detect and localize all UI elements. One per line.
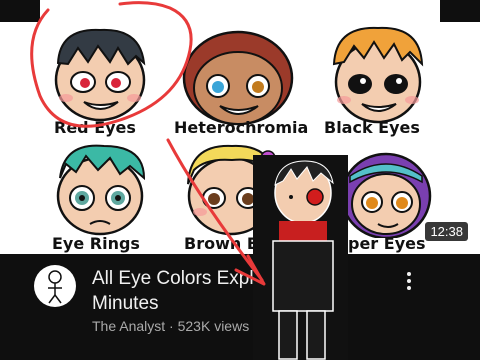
view-count: 523K views xyxy=(177,318,250,334)
stick-figure-avatar-icon xyxy=(48,270,62,304)
overlay-character xyxy=(253,155,348,360)
channel-avatar[interactable] xyxy=(34,265,76,307)
label-amber-eyes: per Eyes xyxy=(348,234,426,253)
label-black-eyes: Black Eyes xyxy=(324,118,420,137)
face-heterochromia xyxy=(182,30,294,126)
channel-name[interactable]: The Analyst xyxy=(92,318,165,334)
subtitle-separator: · xyxy=(165,318,178,334)
video-subtitle: The Analyst · 523K views · xyxy=(92,318,258,334)
face-eye-rings xyxy=(56,144,146,236)
face-red-eyes xyxy=(54,28,146,122)
duration-badge: 12:38 xyxy=(425,222,468,241)
label-heterochromia: Heterochromia xyxy=(174,118,309,137)
more-vert-icon[interactable] xyxy=(402,270,416,292)
video-thumbnail[interactable]: Red Eyes Heterochromia Black Eyes Eye Ri… xyxy=(0,0,480,254)
face-black-eyes xyxy=(332,26,424,124)
label-red-eyes: Red Eyes xyxy=(54,118,136,137)
label-eye-rings: Eye Rings xyxy=(52,234,140,253)
